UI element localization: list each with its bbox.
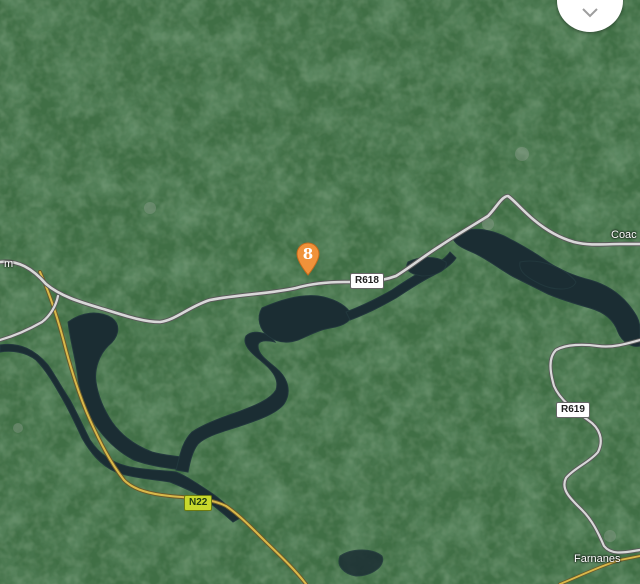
chevron-down-icon <box>582 8 598 18</box>
location-marker-pin[interactable]: 8 <box>296 242 320 276</box>
road-shield-r618: R618 <box>350 273 384 289</box>
map-canvas[interactable]: R618 R619 N22 Coac Farnanes m 8 <box>0 0 640 584</box>
map-imagery <box>0 0 640 584</box>
place-label-farnanes[interactable]: Farnanes <box>574 553 620 565</box>
place-label-partial[interactable]: m <box>4 258 13 270</box>
place-label-coac[interactable]: Coac <box>611 229 637 241</box>
marker-label: 8 <box>302 245 314 263</box>
road-shield-n22: N22 <box>184 495 213 511</box>
road-shield-r619: R619 <box>556 402 590 418</box>
